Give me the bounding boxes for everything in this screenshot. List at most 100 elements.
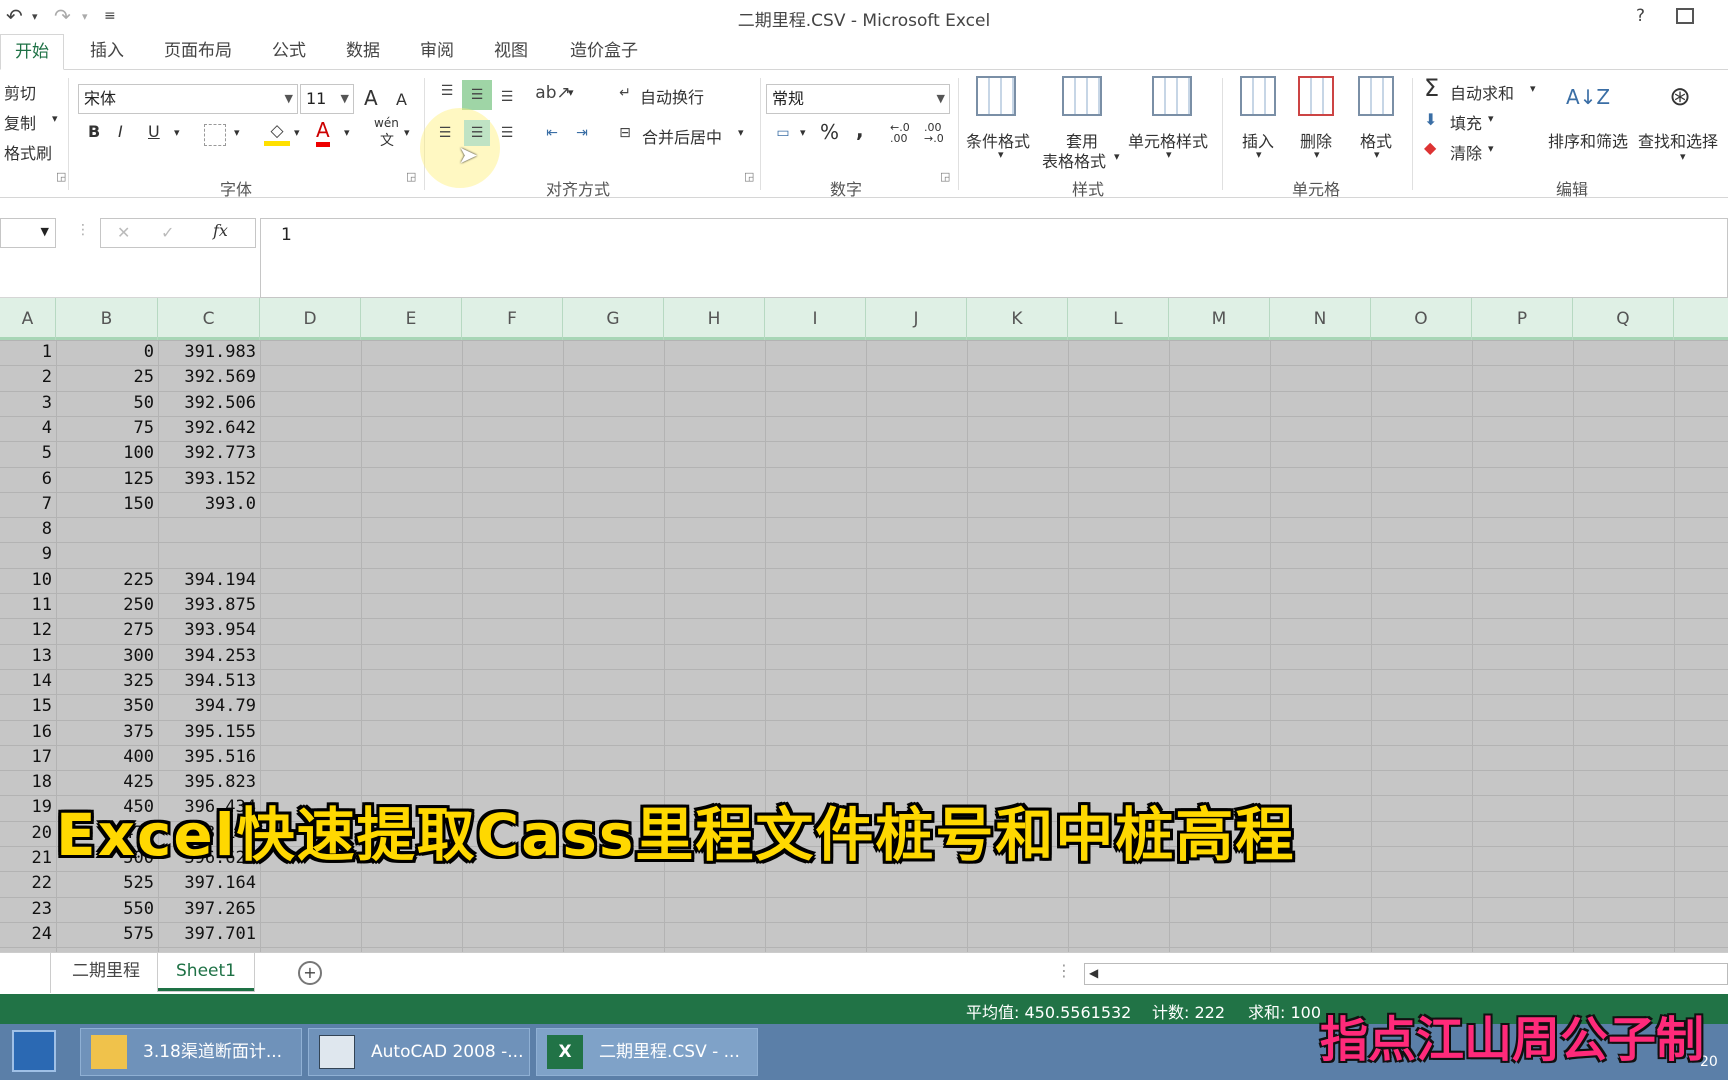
wrap-text-icon[interactable]: ↵ <box>614 82 636 104</box>
cell-b-row-9[interactable] <box>56 542 154 567</box>
tab-insert[interactable]: 插入 <box>76 34 138 70</box>
tab-data[interactable]: 数据 <box>332 34 394 70</box>
cell-b-row-10[interactable]: 225 <box>56 568 154 593</box>
underline-dropdown-icon[interactable]: ▾ <box>174 126 180 139</box>
cell-a-row-14[interactable]: 14 <box>0 669 52 694</box>
column-header-c[interactable]: C <box>158 298 260 340</box>
taskbar-item-excel[interactable]: X 二期里程.CSV - ... <box>536 1028 758 1076</box>
fill-dropdown-icon[interactable]: ▾ <box>1488 112 1494 125</box>
cell-b-row-11[interactable]: 250 <box>56 593 154 618</box>
cell-a-row-18[interactable]: 18 <box>0 770 52 795</box>
font-size-select[interactable]: 11 ▼ <box>300 84 354 114</box>
font-color-button[interactable]: A <box>316 118 330 147</box>
column-header-e[interactable]: E <box>361 298 462 340</box>
cell-b-row-24[interactable]: 575 <box>56 922 154 947</box>
cell-styles-icon[interactable] <box>1152 76 1192 116</box>
autosum-dropdown-icon[interactable]: ▾ <box>1530 82 1536 95</box>
add-sheet-button[interactable]: + <box>298 961 322 985</box>
borders-icon[interactable] <box>204 124 226 146</box>
cell-a-row-22[interactable]: 22 <box>0 871 52 896</box>
decrease-decimal-button[interactable]: .00 →.0 <box>924 122 948 144</box>
name-box[interactable]: ▼ <box>0 218 56 248</box>
bold-button[interactable]: B <box>88 122 100 141</box>
eraser-icon[interactable]: ◆ <box>1424 138 1436 157</box>
number-launcher-icon[interactable]: ◲ <box>940 170 950 183</box>
delete-cells-icon[interactable] <box>1298 76 1334 116</box>
format-as-table-icon[interactable] <box>1062 76 1102 116</box>
cell-c-row-7[interactable]: 393.0 <box>158 492 256 517</box>
cell-a-row-19[interactable]: 19 <box>0 795 52 820</box>
horizontal-scrollbar[interactable]: ◀ <box>1084 963 1728 985</box>
cell-c-row-2[interactable]: 392.569 <box>158 365 256 390</box>
cell-a-row-5[interactable]: 5 <box>0 441 52 466</box>
sheet-tab-erqi-licheng[interactable]: 二期里程 <box>54 953 158 991</box>
cell-c-row-11[interactable]: 393.875 <box>158 593 256 618</box>
cell-b-row-6[interactable]: 125 <box>56 467 154 492</box>
alignment-launcher-icon[interactable]: ◲ <box>744 170 754 183</box>
sheet-tab-sheet1[interactable]: Sheet1 <box>158 953 254 991</box>
cell-a-row-8[interactable]: 8 <box>0 517 52 542</box>
cell-c-row-12[interactable]: 393.954 <box>158 618 256 643</box>
fill-icon[interactable]: ⬇ <box>1424 110 1437 129</box>
cell-a-row-24[interactable]: 24 <box>0 922 52 947</box>
cell-a-row-4[interactable]: 4 <box>0 416 52 441</box>
cell-c-row-4[interactable]: 392.642 <box>158 416 256 441</box>
copy-dropdown-icon[interactable]: ▾ <box>52 112 58 125</box>
format-cells-dropdown-icon[interactable]: ▾ <box>1374 148 1380 161</box>
cell-c-row-15[interactable]: 394.79 <box>158 694 256 719</box>
merge-center-icon[interactable]: ⊟ <box>614 122 636 144</box>
column-header-g[interactable]: G <box>563 298 664 340</box>
cut-button[interactable]: 剪切 <box>4 80 36 104</box>
tab-home[interactable]: 开始 <box>0 34 64 70</box>
increase-indent-icon[interactable]: ⇥ <box>570 122 594 144</box>
wrap-text-button[interactable]: 自动换行 <box>640 84 704 108</box>
column-header-h[interactable]: H <box>664 298 765 340</box>
grow-font-button[interactable]: A <box>364 86 378 110</box>
align-middle-icon[interactable]: ☰ <box>462 80 492 110</box>
cell-c-row-14[interactable]: 394.513 <box>158 669 256 694</box>
tab-view[interactable]: 视图 <box>480 34 542 70</box>
clipboard-launcher-icon[interactable]: ◲ <box>56 170 66 183</box>
sort-filter-icon[interactable]: A↓Z <box>1566 76 1610 118</box>
scroll-left-icon[interactable]: ◀ <box>1089 966 1098 980</box>
fill-button[interactable]: 填充 <box>1450 110 1482 134</box>
cell-b-row-14[interactable]: 325 <box>56 669 154 694</box>
cell-a-row-12[interactable]: 12 <box>0 618 52 643</box>
underline-button[interactable]: U <box>148 122 160 141</box>
insert-cells-icon[interactable] <box>1240 76 1276 116</box>
cell-styles-dropdown-icon[interactable]: ▾ <box>1166 148 1172 161</box>
binoculars-icon[interactable]: ⊛ <box>1660 76 1700 118</box>
enter-entry-button[interactable]: ✓ <box>161 223 174 242</box>
decrease-indent-icon[interactable]: ⇤ <box>540 122 564 144</box>
insert-cells-dropdown-icon[interactable]: ▾ <box>1256 148 1262 161</box>
column-header-b[interactable]: B <box>56 298 158 340</box>
find-select-button[interactable]: 查找和选择 <box>1638 128 1718 152</box>
taskbar-item-autocad[interactable]: AutoCAD 2008 -... <box>308 1028 530 1076</box>
column-header-l[interactable]: L <box>1068 298 1169 340</box>
cell-a-row-16[interactable]: 16 <box>0 720 52 745</box>
cell-a-row-10[interactable]: 10 <box>0 568 52 593</box>
table-dropdown-icon[interactable]: ▾ <box>1114 150 1120 163</box>
number-format-select[interactable]: 常规 ▼ <box>766 84 950 114</box>
font-color-dropdown-icon[interactable]: ▾ <box>344 126 350 139</box>
column-header-p[interactable]: P <box>1472 298 1573 340</box>
cell-b-row-16[interactable]: 375 <box>56 720 154 745</box>
phonetic-guide-button[interactable]: wén <box>374 116 399 130</box>
cell-a-row-2[interactable]: 2 <box>0 365 52 390</box>
column-header-f[interactable]: F <box>462 298 563 340</box>
cell-b-row-7[interactable]: 150 <box>56 492 154 517</box>
cell-a-row-1[interactable]: 1 <box>0 340 52 365</box>
cell-c-row-8[interactable] <box>158 517 256 542</box>
cell-b-row-5[interactable]: 100 <box>56 441 154 466</box>
cell-c-row-5[interactable]: 392.773 <box>158 441 256 466</box>
column-header-k[interactable]: K <box>967 298 1068 340</box>
tab-formulas[interactable]: 公式 <box>258 34 320 70</box>
column-header-o[interactable]: O <box>1371 298 1472 340</box>
cell-c-row-17[interactable]: 395.516 <box>158 745 256 770</box>
format-painter-button[interactable]: 格式刷 <box>4 140 52 164</box>
tab-review[interactable]: 审阅 <box>406 34 468 70</box>
percent-button[interactable]: % <box>820 120 839 144</box>
autosum-icon[interactable]: Σ <box>1424 74 1439 102</box>
phonetic-dropdown-icon[interactable]: ▾ <box>404 126 410 139</box>
font-launcher-icon[interactable]: ◲ <box>406 170 416 183</box>
